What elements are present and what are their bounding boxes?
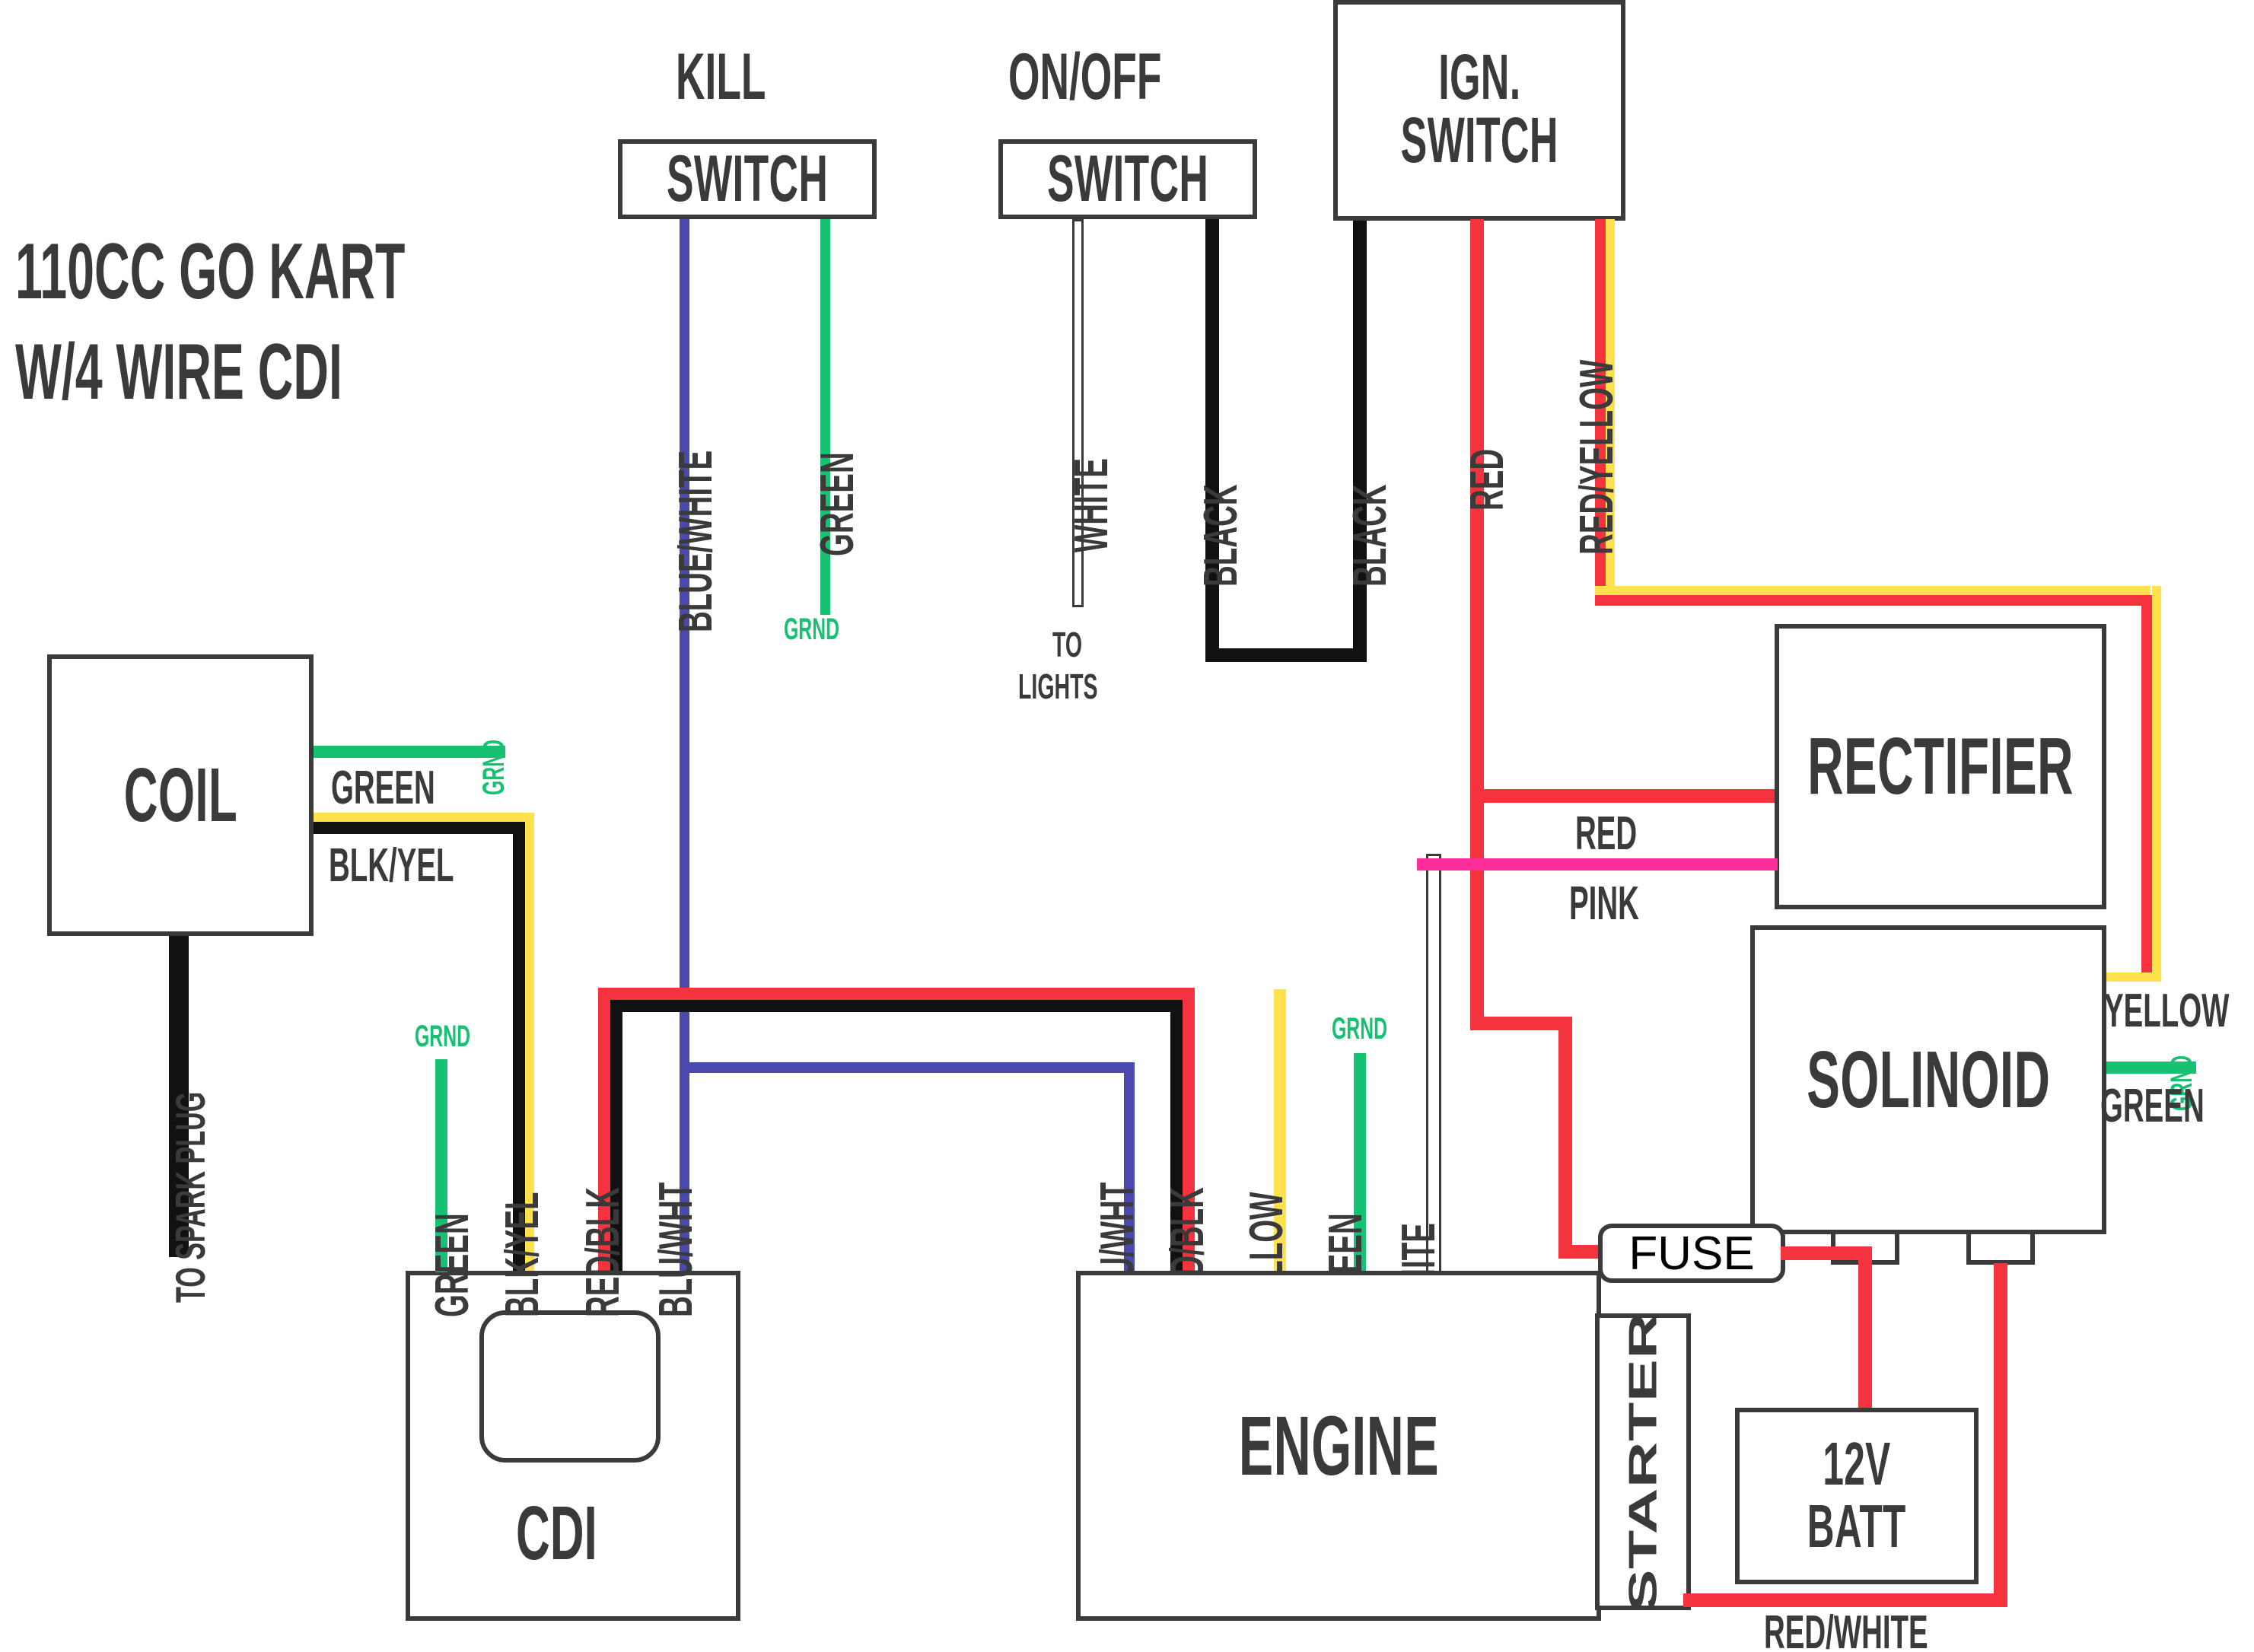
ign-switch-label-line1: IGN.: [1437, 41, 1521, 113]
label-rect-red: RED: [1575, 807, 1638, 860]
cdi-label: CDI: [516, 1491, 597, 1576]
label-batt-red-white: RED/WHITE: [1764, 1606, 1928, 1652]
onoff-switch-box[interactable]: SWITCH: [998, 139, 1257, 219]
label-ign-red: RED: [1461, 448, 1514, 511]
solinoid-box[interactable]: SOLINOID: [1750, 925, 2106, 1234]
battery-box[interactable]: 12V BATT: [1735, 1408, 1979, 1584]
label-coil-blk-yel: BLK/YEL: [329, 839, 454, 892]
wire-solinoid-left-to-batt: [1858, 1246, 1872, 1408]
engine-box[interactable]: ENGINE: [1076, 1271, 1601, 1621]
kill-switch-top-label: KILL: [676, 40, 766, 113]
label-eng-green-ground: GRND: [1332, 1012, 1388, 1046]
wire-redyellow-red-down: [2141, 595, 2152, 982]
rectifier-box[interactable]: RECTIFIER: [1775, 624, 2106, 909]
wire-red-step-horiz: [1470, 1017, 1572, 1030]
wire-redyellow-yellow-horiz: [1595, 586, 2151, 595]
wire-eng-white: [1426, 854, 1441, 1274]
label-ign-black: BLACK: [1344, 484, 1396, 587]
wire-red-step-vert: [1558, 1017, 1572, 1259]
wire-redblk-red-horiz: [598, 988, 1195, 1000]
cdi-connector: [479, 1310, 661, 1463]
label-onoff-white: WHITE: [1065, 458, 1118, 552]
ign-switch-label-line2: SWITCH: [1400, 104, 1558, 177]
wire-bluwht-horiz: [680, 1062, 1135, 1073]
coil-label: COIL: [123, 752, 237, 838]
wire-ign-red-vert: [1470, 219, 1484, 1030]
battery-label-line2: BATT: [1807, 1492, 1906, 1560]
wire-redblk-black-horiz: [610, 1000, 1183, 1012]
onoff-switch-top-label: ON/OFF: [1008, 40, 1162, 113]
wire-onoff-black-vert: [1205, 219, 1219, 662]
label-coil-green-ground: GRND: [477, 739, 511, 795]
label-coil-green: GREEN: [331, 762, 435, 814]
fuse-label: FUSE: [1628, 1227, 1755, 1280]
label-to-lights-line2: LIGHTS: [1018, 667, 1098, 706]
diagram-title-line1: 110CC GO KART: [15, 228, 406, 316]
wire-red-to-rectifier: [1470, 789, 1775, 803]
kill-switch-label: SWITCH: [666, 142, 829, 215]
wire-coil-blkyel-yellow-horiz: [314, 813, 534, 822]
coil-box[interactable]: COIL: [47, 654, 314, 936]
wiring-diagram-canvas: 110CC GO KART W/4 WIRE CDI KILL SWITCH B…: [0, 0, 2254, 1652]
wire-redyellow-red-horiz: [1595, 595, 2161, 606]
label-onoff-black: BLACK: [1195, 484, 1247, 587]
wire-kill-blue-white: [680, 219, 689, 1271]
starter-box[interactable]: STARTER: [1595, 1312, 1691, 1612]
label-ign-red-yellow: RED/YELLOW: [1571, 359, 1623, 555]
label-rect-pink: PINK: [1569, 877, 1639, 930]
label-sol-green: GREEN: [2100, 1080, 2205, 1132]
diagram-title-line2: W/4 WIRE CDI: [15, 328, 342, 416]
label-kill-blue-white: BLUE/WHITE: [670, 450, 722, 632]
label-cdi-green: GREEN: [426, 1213, 479, 1317]
starter-label: STARTER: [1620, 1312, 1665, 1612]
label-cdi-blk-yel: BLK/YEL: [496, 1192, 549, 1317]
solinoid-label: SOLINOID: [1806, 1034, 2051, 1125]
solinoid-terminal-right[interactable]: [1966, 1230, 2035, 1265]
engine-label: ENGINE: [1238, 1399, 1439, 1493]
onoff-switch-label: SWITCH: [1046, 142, 1209, 215]
ign-switch-box[interactable]: IGN. SWITCH: [1333, 0, 1625, 221]
wire-onoff-black-horiz: [1205, 648, 1367, 662]
rectifier-label: RECTIFIER: [1807, 721, 2074, 811]
kill-switch-box[interactable]: SWITCH: [618, 139, 877, 219]
label-cdi-red-blk: RED/BLK: [577, 1187, 629, 1317]
wire-coil-blkyel-black-horiz: [314, 822, 524, 834]
battery-label-line1: 12V: [1823, 1430, 1891, 1498]
label-sol-yellow: YELLOW: [2104, 985, 2230, 1037]
label-to-spark-plug: TO SPARK PLUG: [167, 1091, 214, 1303]
label-cdi-green-ground: GRND: [415, 1020, 471, 1053]
wire-solinoid-right-down: [1994, 1263, 2007, 1607]
label-to-lights-line1: TO: [1052, 625, 1083, 664]
label-kill-green: GREEN: [811, 452, 864, 556]
label-cdi-blu-wht: BLU/WHT: [650, 1182, 702, 1317]
wire-ign-black-vert: [1353, 219, 1367, 662]
fuse-box[interactable]: FUSE: [1598, 1224, 1785, 1283]
wire-pink-horiz: [1417, 858, 1778, 871]
label-kill-green-ground: GRND: [784, 613, 840, 646]
wire-redyellow-yellow-down: [2152, 586, 2161, 982]
